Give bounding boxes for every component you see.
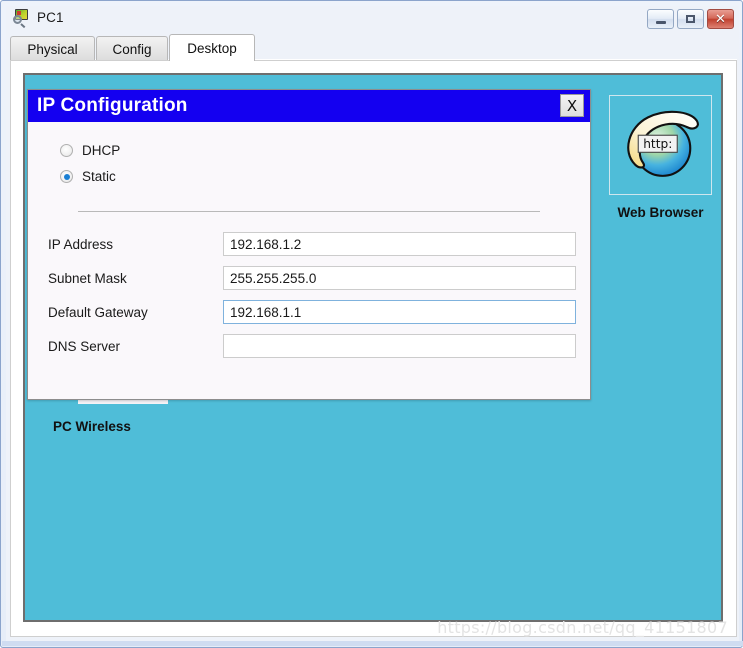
dialog-close-button[interactable]: X	[560, 94, 584, 117]
ip-address-label: IP Address	[48, 236, 114, 252]
shortcut-web-browser-label: Web Browser	[617, 205, 704, 220]
tab-physical[interactable]: Physical	[10, 36, 95, 61]
radio-static-icon[interactable]	[60, 170, 73, 183]
svg-text:http:: http:	[643, 137, 672, 151]
dialog-titlebar: IP Configuration X	[28, 90, 590, 122]
tab-config[interactable]: Config	[96, 36, 168, 61]
window-title: PC1	[37, 9, 64, 25]
dialog-separator	[78, 211, 540, 212]
pc1-window: PC1 ✕ Physical Config Desktop http: Web …	[0, 0, 743, 648]
radio-dhcp-label: DHCP	[82, 143, 121, 158]
minimize-icon	[655, 20, 666, 24]
tab-desktop-label: Desktop	[187, 40, 237, 56]
shortcut-web-browser[interactable]: http: Web Browser	[598, 95, 723, 220]
tab-desktop[interactable]: Desktop	[169, 34, 255, 61]
pc-magnifier-icon	[13, 8, 31, 26]
form-row-ip-address: IP Address 192.168.1.2	[48, 232, 576, 256]
close-button[interactable]: ✕	[707, 9, 734, 29]
form-row-subnet-mask: Subnet Mask 255.255.255.0	[48, 266, 576, 290]
default-gateway-label: Default Gateway	[48, 304, 148, 320]
radio-option-static[interactable]: Static	[60, 169, 116, 184]
form-row-default-gateway: Default Gateway 192.168.1.1	[48, 300, 576, 324]
ie-globe-icon: http:	[626, 110, 699, 177]
window-titlebar: PC1 ✕	[7, 4, 738, 30]
radio-option-dhcp[interactable]: DHCP	[60, 143, 120, 158]
tab-config-label: Config	[112, 41, 152, 57]
shortcut-pc-wireless-label[interactable]: PC Wireless	[53, 419, 131, 434]
radio-static-label: Static	[82, 169, 116, 184]
maximize-icon	[686, 15, 695, 23]
tab-physical-label: Physical	[27, 41, 78, 57]
tab-strip: Physical Config Desktop	[10, 34, 737, 61]
ip-configuration-dialog: IP Configuration X DHCP Static IP Addres…	[27, 89, 591, 400]
dialog-body: DHCP Static IP Address 192.168.1.2 Subne…	[28, 122, 590, 399]
dialog-title: IP Configuration	[37, 95, 188, 116]
radio-dhcp-icon[interactable]	[60, 144, 73, 157]
window-controls: ✕	[647, 9, 734, 29]
maximize-button[interactable]	[677, 9, 704, 29]
dns-server-label: DNS Server	[48, 338, 121, 354]
window-statusbar	[2, 641, 743, 646]
form-row-dns-server: DNS Server	[48, 334, 576, 358]
shortcut-icon-selection-box: http:	[609, 95, 712, 195]
http-label: http:	[637, 134, 678, 153]
subnet-mask-label: Subnet Mask	[48, 270, 127, 286]
default-gateway-input[interactable]: 192.168.1.1	[223, 300, 576, 324]
subnet-mask-input[interactable]: 255.255.255.0	[223, 266, 576, 290]
dns-server-input[interactable]	[223, 334, 576, 358]
minimize-button[interactable]	[647, 9, 674, 29]
watermark: https://blog.csdn.net/qq_41151807	[437, 618, 728, 637]
close-icon: ✕	[715, 11, 726, 27]
ip-address-input[interactable]: 192.168.1.2	[223, 232, 576, 256]
